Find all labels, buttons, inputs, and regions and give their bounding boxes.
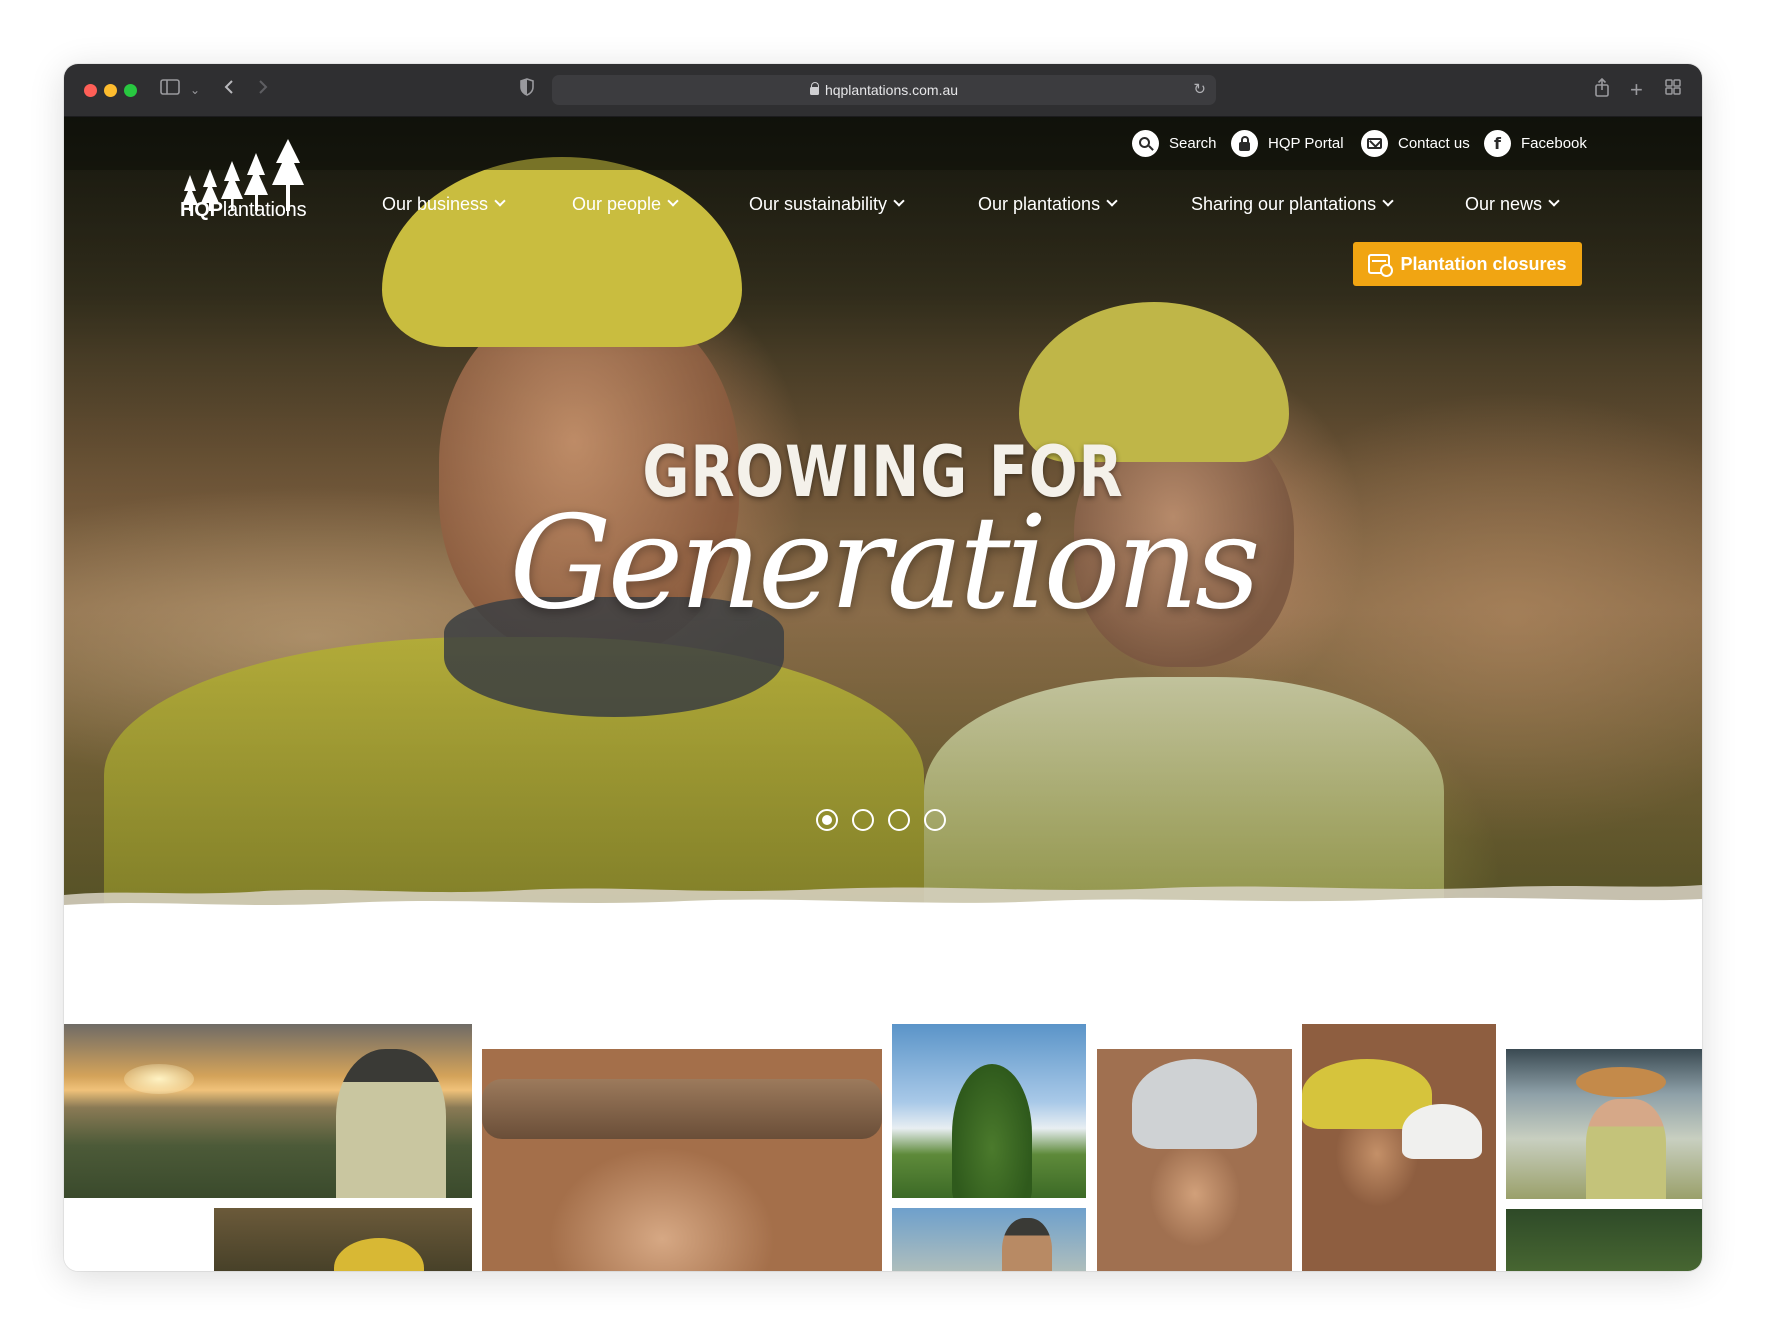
gallery-photo[interactable] bbox=[1506, 1209, 1702, 1271]
sidebar-toggle-icon[interactable] bbox=[160, 78, 182, 102]
tab-overview-icon[interactable] bbox=[1664, 78, 1682, 102]
logo-wordmark-regular: lantations bbox=[222, 199, 307, 221]
nav-our-plantations[interactable]: Our plantations bbox=[978, 189, 1118, 219]
url-text: hqplantations.com.au bbox=[824, 82, 959, 98]
logo-wordmark-bold: HQP bbox=[180, 199, 223, 221]
logo-wordmark[interactable]: HQPlantations bbox=[180, 199, 307, 222]
nav-label: Sharing our plantations bbox=[1191, 193, 1377, 214]
hero-headline-script: Generations bbox=[509, 489, 1260, 638]
calendar-icon bbox=[1368, 254, 1394, 277]
privacy-shield-icon[interactable] bbox=[519, 78, 535, 102]
reload-icon[interactable]: ↻ bbox=[1193, 75, 1206, 105]
lock-icon bbox=[1231, 130, 1258, 157]
close-window-button[interactable] bbox=[84, 84, 97, 97]
utility-facebook-label: Facebook bbox=[1521, 135, 1587, 152]
nav-label: Our plantations bbox=[978, 193, 1101, 214]
nav-our-people[interactable]: Our people bbox=[572, 189, 679, 219]
facebook-icon: f bbox=[1484, 130, 1511, 157]
lock-icon bbox=[809, 82, 820, 95]
browser-toolbar: ⌄ hqplantations.com.au ↻ + bbox=[64, 64, 1702, 117]
gallery-photo[interactable] bbox=[1506, 1049, 1702, 1199]
back-arrow-icon[interactable] bbox=[222, 78, 236, 102]
mail-icon bbox=[1361, 130, 1388, 157]
utility-facebook-link[interactable]: f Facebook bbox=[1484, 117, 1587, 170]
new-tab-icon[interactable]: + bbox=[1630, 78, 1643, 102]
chevron-down-icon bbox=[667, 195, 679, 207]
gallery-photo[interactable] bbox=[214, 1208, 472, 1271]
utility-search-link[interactable]: Search bbox=[1132, 117, 1217, 170]
gallery-photo[interactable] bbox=[1302, 1024, 1496, 1271]
hero-carousel: Search HQP Portal Contact us f Facebook bbox=[64, 117, 1702, 917]
nav-our-news[interactable]: Our news bbox=[1465, 189, 1560, 219]
gallery-photo[interactable] bbox=[892, 1208, 1086, 1271]
nav-label: Our sustainability bbox=[749, 193, 888, 214]
share-icon[interactable] bbox=[1594, 77, 1610, 104]
chevron-down-icon bbox=[1382, 195, 1394, 207]
nav-label: Our people bbox=[572, 193, 662, 214]
chevron-down-icon[interactable]: ⌄ bbox=[190, 78, 200, 102]
search-icon bbox=[1132, 130, 1159, 157]
nav-sharing-our-plantations[interactable]: Sharing our plantations bbox=[1191, 189, 1394, 219]
utility-search-label: Search bbox=[1169, 135, 1217, 152]
utility-contact-label: Contact us bbox=[1398, 135, 1470, 152]
chevron-down-icon bbox=[1548, 195, 1560, 207]
nav-our-sustainability[interactable]: Our sustainability bbox=[749, 189, 905, 219]
minimize-window-button[interactable] bbox=[104, 84, 117, 97]
hero-photo-detail bbox=[382, 157, 742, 347]
gallery-photo[interactable] bbox=[482, 1049, 882, 1271]
nav-our-business[interactable]: Our business bbox=[382, 189, 506, 219]
nav-label: Our news bbox=[1465, 193, 1543, 214]
web-page: Search HQP Portal Contact us f Facebook bbox=[64, 117, 1702, 1271]
zoom-window-button[interactable] bbox=[124, 84, 137, 97]
gallery-photo[interactable] bbox=[892, 1024, 1086, 1198]
browser-window: ⌄ hqplantations.com.au ↻ + Search HQP Po… bbox=[64, 64, 1702, 1271]
chevron-down-icon bbox=[494, 195, 506, 207]
plantation-closures-label: Plantation closures bbox=[1400, 253, 1567, 274]
utility-contact-link[interactable]: Contact us bbox=[1361, 117, 1470, 170]
utility-portal-label: HQP Portal bbox=[1268, 135, 1344, 152]
chevron-down-icon bbox=[893, 195, 905, 207]
forward-arrow-icon[interactable] bbox=[256, 78, 270, 102]
address-bar[interactable]: hqplantations.com.au ↻ bbox=[552, 75, 1216, 105]
plantation-closures-button[interactable]: Plantation closures bbox=[1353, 242, 1582, 286]
gallery-photo[interactable] bbox=[1097, 1049, 1292, 1271]
gallery-photo[interactable] bbox=[64, 1024, 472, 1198]
utility-portal-link[interactable]: HQP Portal bbox=[1231, 117, 1344, 170]
chevron-down-icon bbox=[1106, 195, 1118, 207]
torn-paper-edge bbox=[64, 885, 1702, 917]
nav-label: Our business bbox=[382, 193, 489, 214]
